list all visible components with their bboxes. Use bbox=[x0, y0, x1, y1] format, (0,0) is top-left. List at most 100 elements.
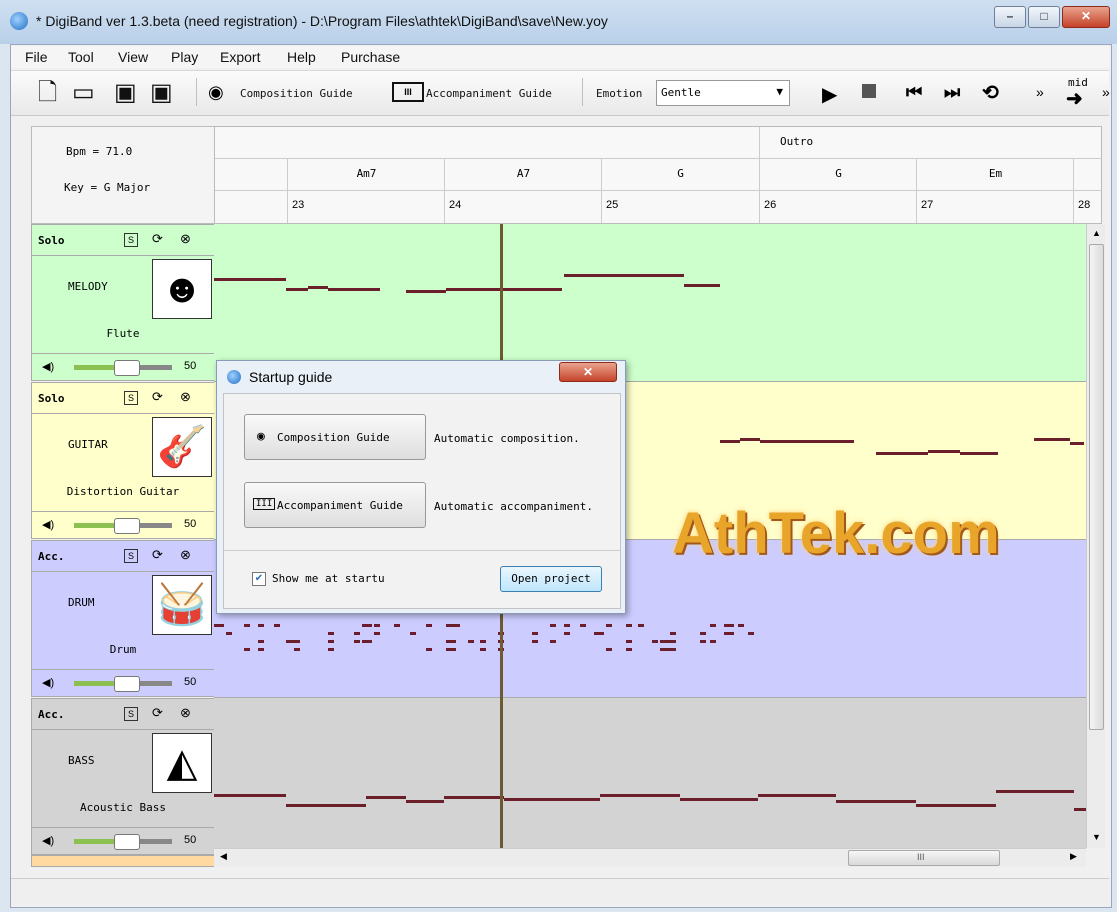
composition-guide-icon: ◉ bbox=[257, 429, 265, 444]
speaker-icon[interactable]: ◀) bbox=[42, 676, 54, 689]
show-at-startup-checkbox[interactable]: ✔ bbox=[252, 572, 266, 586]
new-file-icon[interactable]: 🗋 bbox=[38, 80, 57, 106]
delete-track-icon[interactable]: ⊗ bbox=[180, 705, 191, 721]
delete-track-icon[interactable]: ⊗ bbox=[180, 389, 191, 405]
skip-forward-icon[interactable]: ⏭ bbox=[944, 82, 960, 103]
vertical-scrollbar[interactable]: ▲ ▼ bbox=[1086, 224, 1105, 848]
drum-hit bbox=[748, 632, 754, 635]
menu-bar: File Tool View Play Export Help Purchase bbox=[11, 46, 1109, 68]
close-button[interactable]: ✕ bbox=[1062, 6, 1110, 28]
measure-number: 28 bbox=[1073, 191, 1090, 223]
drum-hit bbox=[532, 640, 538, 643]
measure-number: 27 bbox=[916, 191, 933, 223]
volume-slider-handle[interactable] bbox=[114, 518, 140, 534]
emotion-value: Gentle bbox=[661, 86, 701, 99]
track-instrument[interactable]: Distortion Guitar bbox=[32, 485, 214, 498]
drum-hit bbox=[426, 648, 432, 651]
speaker-icon[interactable]: ◀) bbox=[42, 834, 54, 847]
solo-toggle[interactable]: S bbox=[124, 391, 138, 405]
drum-icon[interactable]: 🥁 bbox=[152, 575, 212, 635]
toolbar-overflow-icon[interactable]: » bbox=[1036, 84, 1044, 100]
track-header-partial bbox=[31, 855, 215, 867]
mid-export-icon[interactable]: ➜ bbox=[1066, 86, 1083, 111]
open-folder-icon[interactable]: ▭ bbox=[72, 80, 95, 106]
timeline-ruler: Outro Am7 A7 G G Em 23 24 25 26 27 28 bbox=[214, 126, 1102, 224]
emotion-select[interactable]: Gentle ▼ bbox=[656, 80, 790, 106]
guitar-icon[interactable]: 🎸 bbox=[152, 417, 212, 477]
drum-hit bbox=[468, 640, 474, 643]
delete-track-icon[interactable]: ⊗ bbox=[180, 231, 191, 247]
accompaniment-guide-dialog-button[interactable]: III Accompaniment Guide bbox=[244, 482, 426, 528]
track-lane-bass[interactable] bbox=[214, 698, 1086, 849]
speaker-icon[interactable]: ◀) bbox=[42, 360, 54, 373]
speaker-icon[interactable]: ◀) bbox=[42, 518, 54, 531]
skip-back-icon[interactable]: ⏮ bbox=[906, 82, 922, 103]
show-at-startup-label[interactable]: Show me at startu bbox=[272, 572, 385, 585]
stop-icon[interactable] bbox=[862, 84, 876, 98]
menu-file[interactable]: File bbox=[25, 49, 48, 65]
menu-play[interactable]: Play bbox=[171, 49, 198, 65]
regenerate-icon[interactable]: ⟳ bbox=[152, 389, 163, 405]
scroll-right-icon[interactable]: ▶ bbox=[1070, 851, 1077, 862]
vertical-scroll-thumb[interactable] bbox=[1089, 244, 1104, 730]
menu-purchase[interactable]: Purchase bbox=[341, 49, 400, 65]
loop-icon[interactable]: ⟲ bbox=[982, 80, 999, 105]
drum-hit bbox=[362, 624, 372, 627]
solo-toggle[interactable]: S bbox=[124, 233, 138, 247]
drum-hit bbox=[670, 640, 676, 643]
track-header-guitar[interactable]: Solo S ⟳ ⊗ GUITAR 🎸 Distortion Guitar ◀)… bbox=[31, 382, 215, 539]
solo-toggle[interactable]: S bbox=[124, 549, 138, 563]
drum-hit bbox=[294, 640, 300, 643]
volume-slider-handle[interactable] bbox=[114, 676, 140, 692]
drum-hit bbox=[652, 640, 658, 643]
chord-row: Am7 A7 G G Em bbox=[215, 159, 1101, 198]
menu-export[interactable]: Export bbox=[220, 49, 260, 65]
track-header-melody[interactable]: Solo S ⟳ ⊗ MELODY ☻ Flute ◀) 50 bbox=[31, 224, 215, 381]
drum-hit bbox=[480, 648, 486, 651]
track-role: Acc. bbox=[38, 550, 65, 563]
track-header-bass[interactable]: Acc. S ⟳ ⊗ BASS ◭ Acoustic Bass ◀) 50 bbox=[31, 698, 215, 855]
composition-guide-dialog-button[interactable]: ◉ Composition Guide bbox=[244, 414, 426, 460]
scroll-down-icon[interactable]: ▼ bbox=[1092, 832, 1101, 842]
menu-tool[interactable]: Tool bbox=[68, 49, 94, 65]
menu-view[interactable]: View bbox=[118, 49, 148, 65]
regenerate-icon[interactable]: ⟳ bbox=[152, 547, 163, 563]
regenerate-icon[interactable]: ⟳ bbox=[152, 705, 163, 721]
drum-hit bbox=[258, 640, 264, 643]
volume-value: 50 bbox=[184, 518, 197, 530]
scroll-up-icon[interactable]: ▲ bbox=[1092, 228, 1101, 238]
volume-slider-handle[interactable] bbox=[114, 360, 140, 376]
horizontal-scroll-thumb[interactable]: III bbox=[848, 850, 1000, 866]
solo-toggle[interactable]: S bbox=[124, 707, 138, 721]
volume-slider-handle[interactable] bbox=[114, 834, 140, 850]
delete-track-icon[interactable]: ⊗ bbox=[180, 547, 191, 563]
composition-guide-button[interactable]: Composition Guide bbox=[240, 87, 353, 100]
bass-icon[interactable]: ◭ bbox=[152, 733, 212, 793]
track-instrument[interactable]: Acoustic Bass bbox=[32, 801, 214, 814]
track-name: MELODY bbox=[68, 280, 108, 293]
drum-hit bbox=[626, 640, 632, 643]
drum-hit bbox=[638, 624, 644, 627]
play-icon[interactable]: ▶ bbox=[822, 82, 837, 107]
dialog-close-button[interactable]: ✕ bbox=[559, 362, 617, 382]
drum-hit bbox=[328, 640, 334, 643]
save-icon[interactable]: ▣ bbox=[114, 80, 137, 106]
horizontal-scrollbar[interactable]: ◀ III ▶ bbox=[214, 848, 1086, 867]
scroll-left-icon[interactable]: ◀ bbox=[220, 851, 227, 862]
track-header-drum[interactable]: Acc. S ⟳ ⊗ DRUM 🥁 Drum ◀) 50 bbox=[31, 540, 215, 697]
volume-value: 50 bbox=[184, 834, 197, 846]
accompaniment-guide-button[interactable]: Accompaniment Guide bbox=[426, 87, 552, 100]
maximize-button[interactable]: □ bbox=[1028, 6, 1060, 28]
open-project-button[interactable]: Open project bbox=[500, 566, 602, 592]
track-lane-melody[interactable] bbox=[214, 224, 1086, 382]
track-instrument[interactable]: Flute bbox=[32, 327, 214, 340]
drum-hit bbox=[258, 624, 264, 627]
save-as-icon[interactable]: ▣ bbox=[150, 80, 173, 106]
minimize-button[interactable]: – bbox=[994, 6, 1026, 28]
track-instrument[interactable]: Drum bbox=[32, 643, 214, 656]
composition-guide-icon: ◉ bbox=[208, 82, 224, 102]
menu-help[interactable]: Help bbox=[287, 49, 316, 65]
regenerate-icon[interactable]: ⟳ bbox=[152, 231, 163, 247]
toolbar-overflow-icon[interactable]: » bbox=[1102, 84, 1110, 100]
singer-icon[interactable]: ☻ bbox=[152, 259, 212, 319]
